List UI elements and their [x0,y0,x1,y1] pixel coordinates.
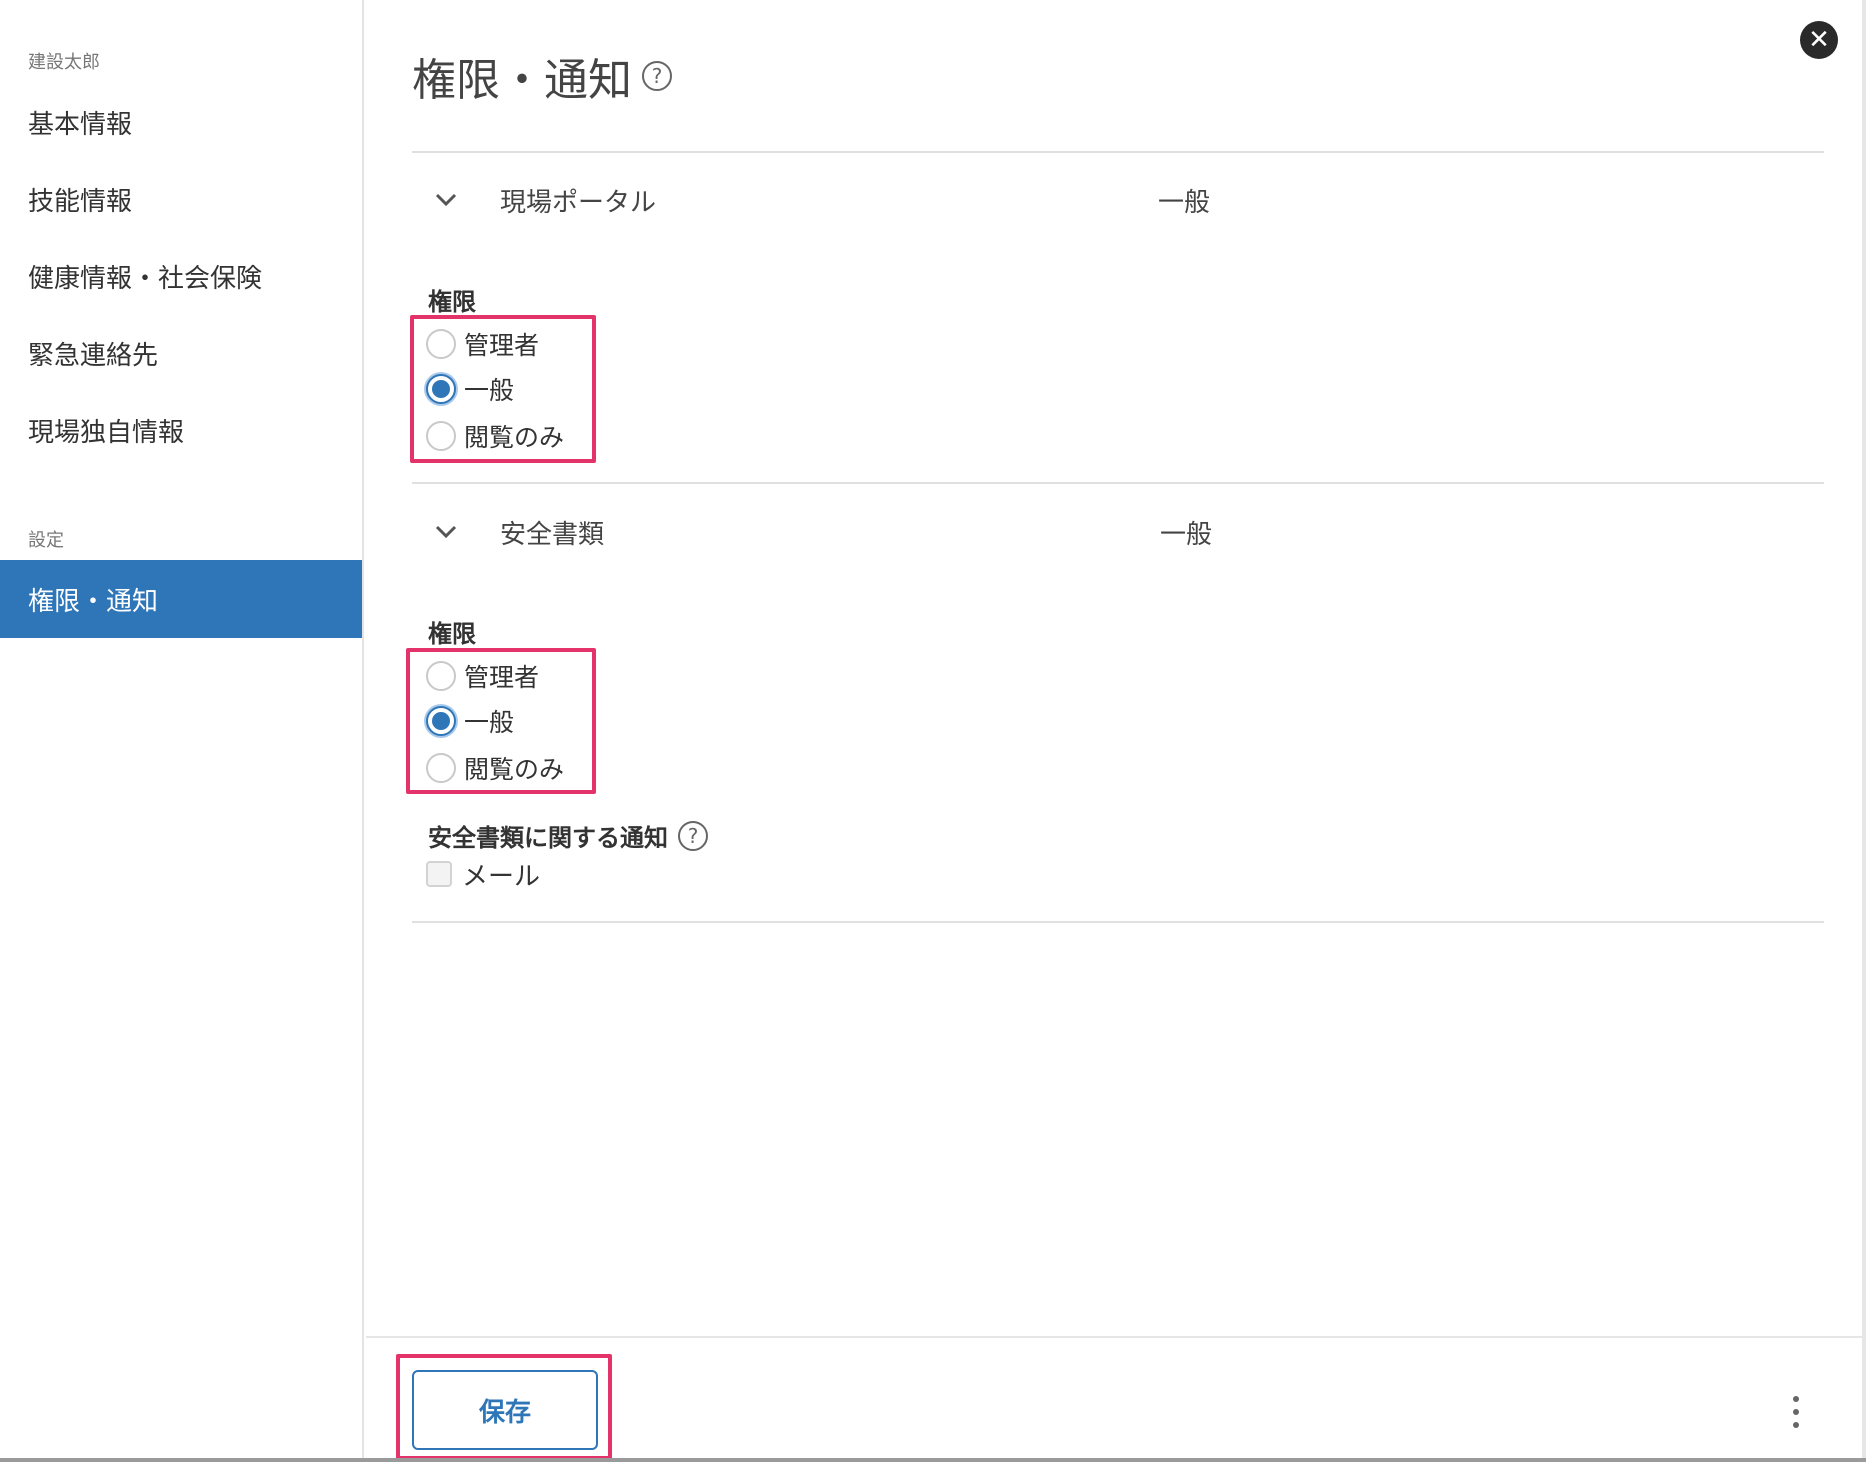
divider [412,921,1824,923]
sidebar-item-permissions-notifications[interactable]: 権限・通知 [0,560,362,638]
close-button[interactable]: ✕ [1800,21,1838,59]
radio-button[interactable] [426,329,456,359]
radio-label: 一般 [464,708,515,737]
radio-button[interactable] [426,661,456,691]
radio-button[interactable] [426,374,456,404]
accordion-value: 一般 [1158,187,1211,218]
save-button[interactable]: 保存 [412,1370,598,1450]
email-checkbox[interactable] [426,861,452,887]
radio-label: 閲覧のみ [464,755,565,784]
radio-button[interactable] [426,706,456,736]
sidebar-item-health-insurance[interactable]: 健康情報・社会保険 [0,237,362,315]
window-edge [0,1458,1866,1462]
divider [412,151,1824,153]
help-icon[interactable]: ? [642,61,672,91]
radio-admin[interactable]: 管理者 [426,326,539,362]
chevron-down-icon [432,186,460,214]
chevron-down-icon [432,518,460,546]
help-icon[interactable]: ? [678,820,708,851]
window-edge [1862,0,1866,1462]
more-options-icon[interactable] [1786,1392,1806,1432]
sidebar-item-emergency-contact[interactable]: 緊急連絡先 [0,314,362,392]
radio-view-only[interactable]: 閲覧のみ [426,750,564,786]
settings-section-label: 設定 [28,530,64,551]
sidebar: 建設太郎 基本情報 技能情報 健康情報・社会保険 緊急連絡先 現場独自情報 設定… [0,0,364,1462]
radio-label: 管理者 [464,663,540,692]
radio-button[interactable] [426,421,456,451]
radio-label: 管理者 [464,331,540,360]
accordion-title: 安全書類 [500,519,605,550]
accordion-title: 現場ポータル [500,187,657,218]
email-notification-checkbox-row[interactable]: メール [426,856,540,892]
sidebar-item-skill-info[interactable]: 技能情報 [0,160,362,238]
radio-view-only[interactable]: 閲覧のみ [426,418,564,454]
page-title-row: 権限・通知 ? [412,44,672,108]
radio-admin[interactable]: 管理者 [426,658,539,694]
radio-general[interactable]: 一般 [426,371,514,407]
radio-label: 一般 [464,376,515,405]
accordion-header-site-portal[interactable]: 現場ポータル 一般 [432,178,1332,222]
permission-label: 権限 [428,620,476,648]
checkbox-label: メール [462,861,541,892]
accordion-value: 一般 [1160,519,1213,550]
notification-label: 安全書類に関する通知 [428,824,668,852]
main-panel: 権限・通知 ? ✕ 現場ポータル 一般 権限 管理者 一般 閲覧のみ 安全書類 … [366,0,1866,1462]
divider [412,482,1824,484]
page-title: 権限・通知 [412,55,632,106]
radio-button[interactable] [426,753,456,783]
radio-general[interactable]: 一般 [426,703,514,739]
sidebar-item-site-specific-info[interactable]: 現場独自情報 [0,391,362,469]
sidebar-item-basic-info[interactable]: 基本情報 [0,83,362,161]
permission-label: 権限 [428,288,476,316]
accordion-header-safety-documents[interactable]: 安全書類 一般 [432,510,1332,554]
footer: 保存 [366,1336,1866,1462]
notification-label-row: 安全書類に関する通知 ? [428,818,708,853]
user-name: 建設太郎 [28,52,100,73]
radio-label: 閲覧のみ [464,423,565,452]
